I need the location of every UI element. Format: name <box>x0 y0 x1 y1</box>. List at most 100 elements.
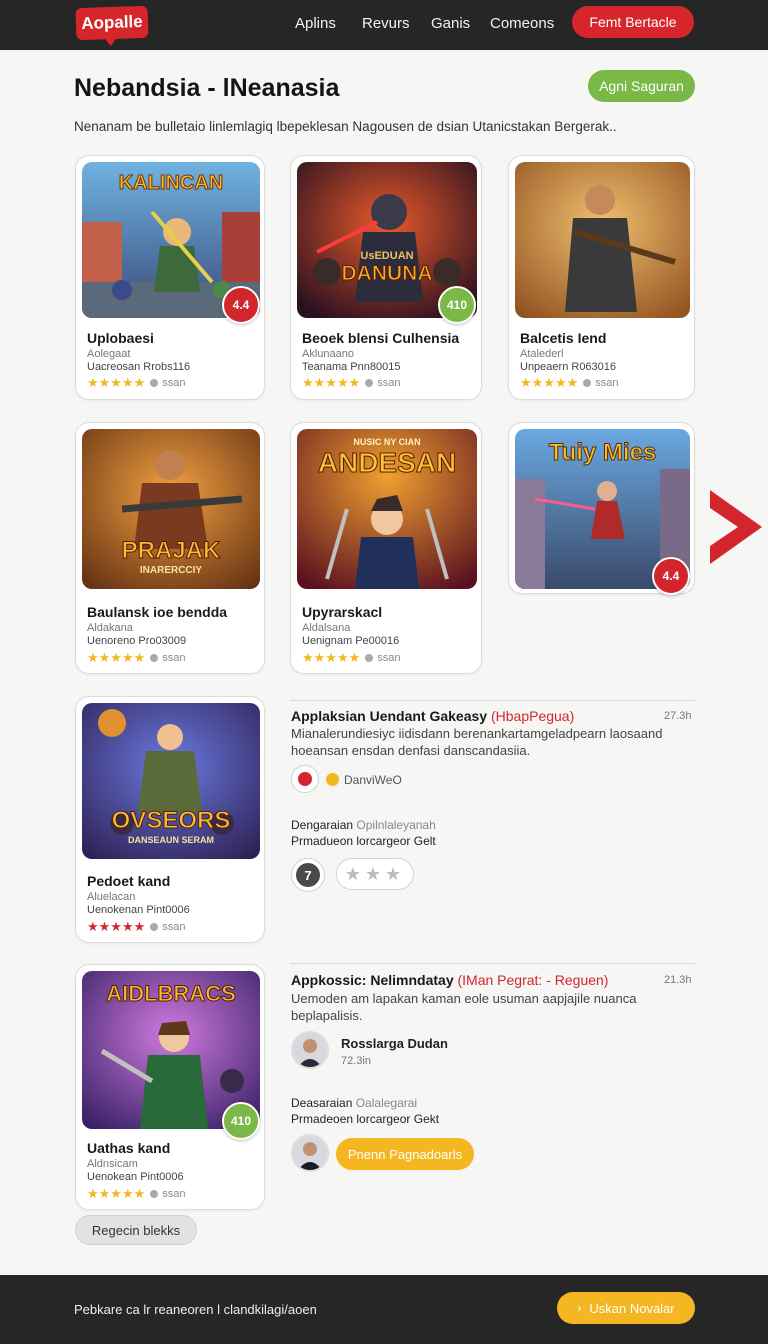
game-card[interactable]: UsEDUAN DANUNA 410 Beoek blensi Culhensi… <box>290 155 482 400</box>
detail-time: 21.3h <box>664 974 692 986</box>
game-thumbnail <box>515 162 690 318</box>
card-meta: Unpeaern R063016 <box>520 361 617 373</box>
game-art-title: Tuiy Mies <box>548 439 657 467</box>
record-icon[interactable] <box>291 765 319 793</box>
dot-icon <box>150 379 159 387</box>
footer-button[interactable]: › Uskan Novalar <box>557 1292 695 1324</box>
card-meta: Teanama Pnn80015 <box>302 361 401 373</box>
rating-stars: ★★★★★ <box>87 919 146 934</box>
nav-item-aplins[interactable]: Aplins <box>295 0 336 46</box>
dot-icon <box>583 379 592 387</box>
detail-label-muted: Oalalegarai <box>355 1096 418 1110</box>
game-card[interactable]: Tuiy Mies 4.4 <box>508 422 695 595</box>
game-card[interactable]: Balcetis Iend Atalederl Unpeaern R063016… <box>508 155 695 400</box>
dot-icon <box>150 654 159 662</box>
rating-label: ssan <box>162 1188 186 1200</box>
detail-description: Mianalerundiesiyc iidisdann berenankarta… <box>291 726 663 758</box>
app-logo[interactable]: Aopalle <box>75 5 149 41</box>
card-subtitle: Aldalsana <box>302 622 351 634</box>
rating-stars: ★★★★★ <box>302 650 361 665</box>
chevron-right-icon[interactable] <box>706 486 768 573</box>
card-title: Uathas kand <box>87 1140 171 1156</box>
card-rating: ★★★★★ ssan <box>302 375 401 391</box>
card-meta: Uacreosan Rrobs116 <box>87 361 191 373</box>
card-title: Pedoet kand <box>87 873 171 889</box>
rating-label: ssan <box>162 921 186 933</box>
status-dot-icon <box>326 773 339 786</box>
person-time: 72.3in <box>341 1055 371 1067</box>
score-badge: 4.4 <box>652 557 690 595</box>
section-divider <box>290 700 695 701</box>
detail-title-highlight: (IMan Pegrat: - Reguen) <box>457 972 609 988</box>
game-art-subtitle: INARERCCIY <box>139 565 203 576</box>
top-bar: Aopalle Aplins Revurs Ganis Comeons Femt… <box>0 0 768 50</box>
header-action-button[interactable]: Agni Saguran <box>588 70 695 102</box>
game-thumbnail: PRAJAK INARERCCIY <box>82 429 260 589</box>
game-art-title: KALINCAN <box>118 172 224 195</box>
detail-time: 27.3h <box>664 710 692 722</box>
rating-stars: ★★★★★ <box>302 375 361 390</box>
rate-stars-button[interactable]: ★★★ <box>336 858 414 890</box>
game-art-subtitle: DANSEAUN SERAM <box>127 835 214 845</box>
dot-icon <box>150 1190 159 1198</box>
score-badge: 410 <box>438 286 476 324</box>
card-title: Baulansk ioe bendda <box>87 604 228 620</box>
rating-stars: ★★★★★ <box>87 1186 146 1201</box>
card-subtitle: Aklunaano <box>302 348 354 360</box>
detail-label-second: Prmadueon lorcargeor Gelt <box>291 834 436 848</box>
detail-title-text: Appkossic: Nelimndatay <box>291 972 454 988</box>
detail-label-main: Dengaraian <box>291 818 354 832</box>
load-more-button[interactable]: Regecin blekks <box>75 1215 197 1245</box>
chevron-right-icon: › <box>577 1301 582 1315</box>
detail-label: Deasaraian Oalalegarai Prmadeoen lorcarg… <box>291 1095 439 1127</box>
dot-icon <box>365 654 374 662</box>
card-meta: Uenokenan Pint0006 <box>87 904 190 916</box>
game-card[interactable]: NUSIC NY CIAN ANDESAN Upyrarskacl Aldals… <box>290 422 482 674</box>
detail-title-highlight: (HbapPegua) <box>490 708 575 724</box>
game-art-title: ANDESAN <box>317 447 457 479</box>
page-title: Nebandsia - lNeanasia <box>74 74 340 102</box>
game-art-kicker: NUSIC NY CIAN <box>353 437 421 447</box>
footer-text: Pebkare ca lr reaneoren l clandkilagi/ao… <box>74 1302 317 1317</box>
detail-label-second: Prmadeoen lorcargeor Gekt <box>291 1112 440 1126</box>
card-subtitle: Aldakana <box>87 622 133 634</box>
score-badge: 410 <box>222 1102 260 1140</box>
game-art-title: PRAJAK <box>121 537 221 565</box>
card-rating: ★★★★★ ssan <box>87 375 186 391</box>
card-rating: ★★★★★ ssan <box>302 650 401 666</box>
dot-icon <box>150 923 159 931</box>
card-subtitle: Aluelacan <box>87 891 136 903</box>
game-card[interactable]: PRAJAK INARERCCIY Baulansk ioe bendda Al… <box>75 422 265 674</box>
card-meta: Uenignam Pe00016 <box>302 635 400 647</box>
game-art-title: DANUNA <box>341 262 433 286</box>
nav-item-revurs[interactable]: Revurs <box>362 0 410 46</box>
card-meta: Uenokean Pint0006 <box>87 1171 184 1183</box>
game-art-kicker: UsEDUAN <box>360 250 414 262</box>
game-card[interactable]: OVSEORS DANSEAUN SERAM Pedoet kand Aluel… <box>75 696 265 943</box>
detail-title: Appkossic: Nelimndatay (IMan Pegrat: - R… <box>291 972 608 988</box>
game-card[interactable]: KALINCAN 4.4 Uplobaesi Aolegaat Uacreosa… <box>75 155 265 400</box>
avatar[interactable] <box>291 1031 329 1069</box>
rating-stars: ★★★★★ <box>87 650 146 665</box>
nav-cta-button[interactable]: Femt Bertacle <box>572 6 694 38</box>
game-card[interactable]: AIDLBRACS 410 Uathas kand Aldnsicam Ueno… <box>75 964 265 1210</box>
game-art-title: AIDLBRACS <box>106 981 237 1007</box>
nav-item-ganis[interactable]: Ganis <box>431 0 470 46</box>
detail-dot-label: DanviWeO <box>344 773 402 787</box>
card-title: Balcetis Iend <box>520 330 607 346</box>
card-subtitle: Atalederl <box>520 348 564 360</box>
card-title: Upyrarskacl <box>302 604 383 620</box>
rating-label: ssan <box>162 377 186 389</box>
nav-item-comeons[interactable]: Comeons <box>490 0 554 46</box>
dot-icon <box>365 379 374 387</box>
game-thumbnail: NUSIC NY CIAN ANDESAN <box>297 429 477 589</box>
card-subtitle: Aolegaat <box>87 348 131 360</box>
avatar[interactable] <box>291 1134 329 1172</box>
detail-description: Uemoden am lapakan kaman eole usuman aap… <box>291 991 637 1023</box>
score-badge: 4.4 <box>222 286 260 324</box>
info-icon[interactable]: 7 <box>291 858 325 892</box>
detail-action-button[interactable]: Pnenn Pagnadoarls <box>336 1138 474 1170</box>
detail-label: Dengaraian Opilnlaleyanah Prmadueon lorc… <box>291 817 436 849</box>
game-thumbnail: OVSEORS DANSEAUN SERAM <box>82 703 260 859</box>
card-title: Beoek blensi Culhensia <box>302 330 460 346</box>
